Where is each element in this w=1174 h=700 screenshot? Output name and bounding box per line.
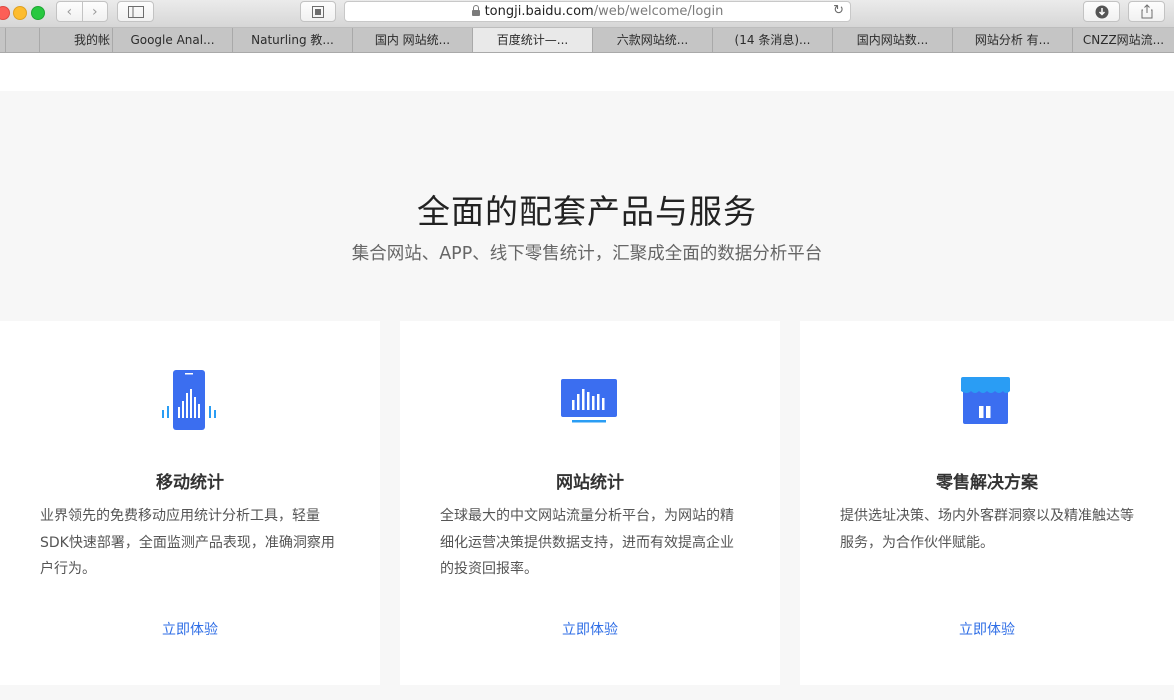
section-title: 全面的配套产品与服务	[417, 192, 757, 231]
tab-bar: 我的帐 Google Anal... Naturling 教... 国内 网站统…	[0, 28, 1174, 53]
zoom-window-button[interactable]	[31, 6, 45, 20]
minimize-window-button[interactable]	[13, 6, 27, 20]
address-bar[interactable]: tongji.baidu.com/web/welcome/login ↻	[344, 1, 851, 22]
card-description: 提供选址决策、场内外客群洞察以及精准触达等服务，为合作伙伴赋能。	[840, 508, 1134, 551]
tab-item[interactable]: 网站分析 有...	[953, 28, 1073, 52]
reader-view-button[interactable]	[300, 1, 336, 22]
try-now-link[interactable]: 立即体验	[800, 619, 1174, 639]
mobile-analytics-icon	[162, 370, 216, 430]
web-analytics-icon	[561, 379, 617, 423]
forward-button[interactable]: ›	[83, 2, 108, 21]
tab-item-active[interactable]: 百度统计—...	[473, 28, 593, 52]
tab-item[interactable]: Naturling 教...	[233, 28, 353, 52]
back-button[interactable]: ‹	[57, 2, 83, 21]
try-now-link[interactable]: 立即体验	[400, 619, 780, 639]
reload-icon[interactable]: ↻	[833, 3, 844, 18]
url-host: tongji.baidu.com	[484, 4, 594, 19]
sidebar-icon	[127, 5, 144, 18]
reader-icon	[312, 5, 324, 18]
url-path: /web/welcome/login	[593, 4, 724, 19]
card-description: 业界领先的免费移动应用统计分析工具，轻量SDK快速部署，全面监测产品表现，准确洞…	[40, 508, 335, 577]
product-card-mobile: 移动统计 业界领先的免费移动应用统计分析工具，轻量SDK快速部署，全面监测产品表…	[0, 321, 380, 685]
tab-item[interactable]: 六款网站统...	[593, 28, 713, 52]
downloads-button[interactable]	[1083, 1, 1120, 22]
tab-item[interactable]: CNZZ网站流...	[1073, 28, 1174, 52]
section-subtitle: 集合网站、APP、线下零售统计，汇聚成全面的数据分析平台	[351, 244, 823, 264]
tab-pinned-2[interactable]	[6, 28, 40, 52]
tab-item[interactable]: 国内网站数...	[833, 28, 953, 52]
close-window-button[interactable]	[0, 6, 10, 20]
share-button[interactable]	[1128, 1, 1165, 22]
product-card-retail: 零售解决方案 提供选址决策、场内外客群洞察以及精准触达等服务，为合作伙伴赋能。 …	[800, 321, 1174, 685]
browser-toolbar: ‹ › tongji.baidu.com/web/welcome/login ↻	[0, 0, 1174, 28]
try-now-link[interactable]: 立即体验	[0, 619, 380, 639]
tab-item[interactable]: 国内 网站统...	[353, 28, 473, 52]
card-description: 全球最大的中文网站流量分析平台，为网站的精细化运营决策提供数据支持，进而有效提高…	[440, 508, 734, 577]
product-card-web: 网站统计 全球最大的中文网站流量分析平台，为网站的精细化运营决策提供数据支持，进…	[400, 321, 780, 685]
retail-store-icon	[961, 377, 1010, 424]
card-title: 移动统计	[156, 473, 224, 493]
tab-item[interactable]: 我的帐	[40, 28, 113, 52]
history-nav: ‹ ›	[56, 1, 108, 22]
download-icon	[1095, 5, 1108, 18]
sidebar-toggle-button[interactable]	[117, 1, 154, 22]
tab-item[interactable]: (14 条消息)...	[713, 28, 833, 52]
share-icon	[1141, 4, 1152, 19]
lock-icon	[471, 4, 480, 16]
card-title: 零售解决方案	[936, 473, 1038, 493]
tab-item[interactable]: Google Anal...	[113, 28, 233, 52]
page-top-strip	[0, 53, 1174, 91]
card-title: 网站统计	[556, 473, 624, 493]
